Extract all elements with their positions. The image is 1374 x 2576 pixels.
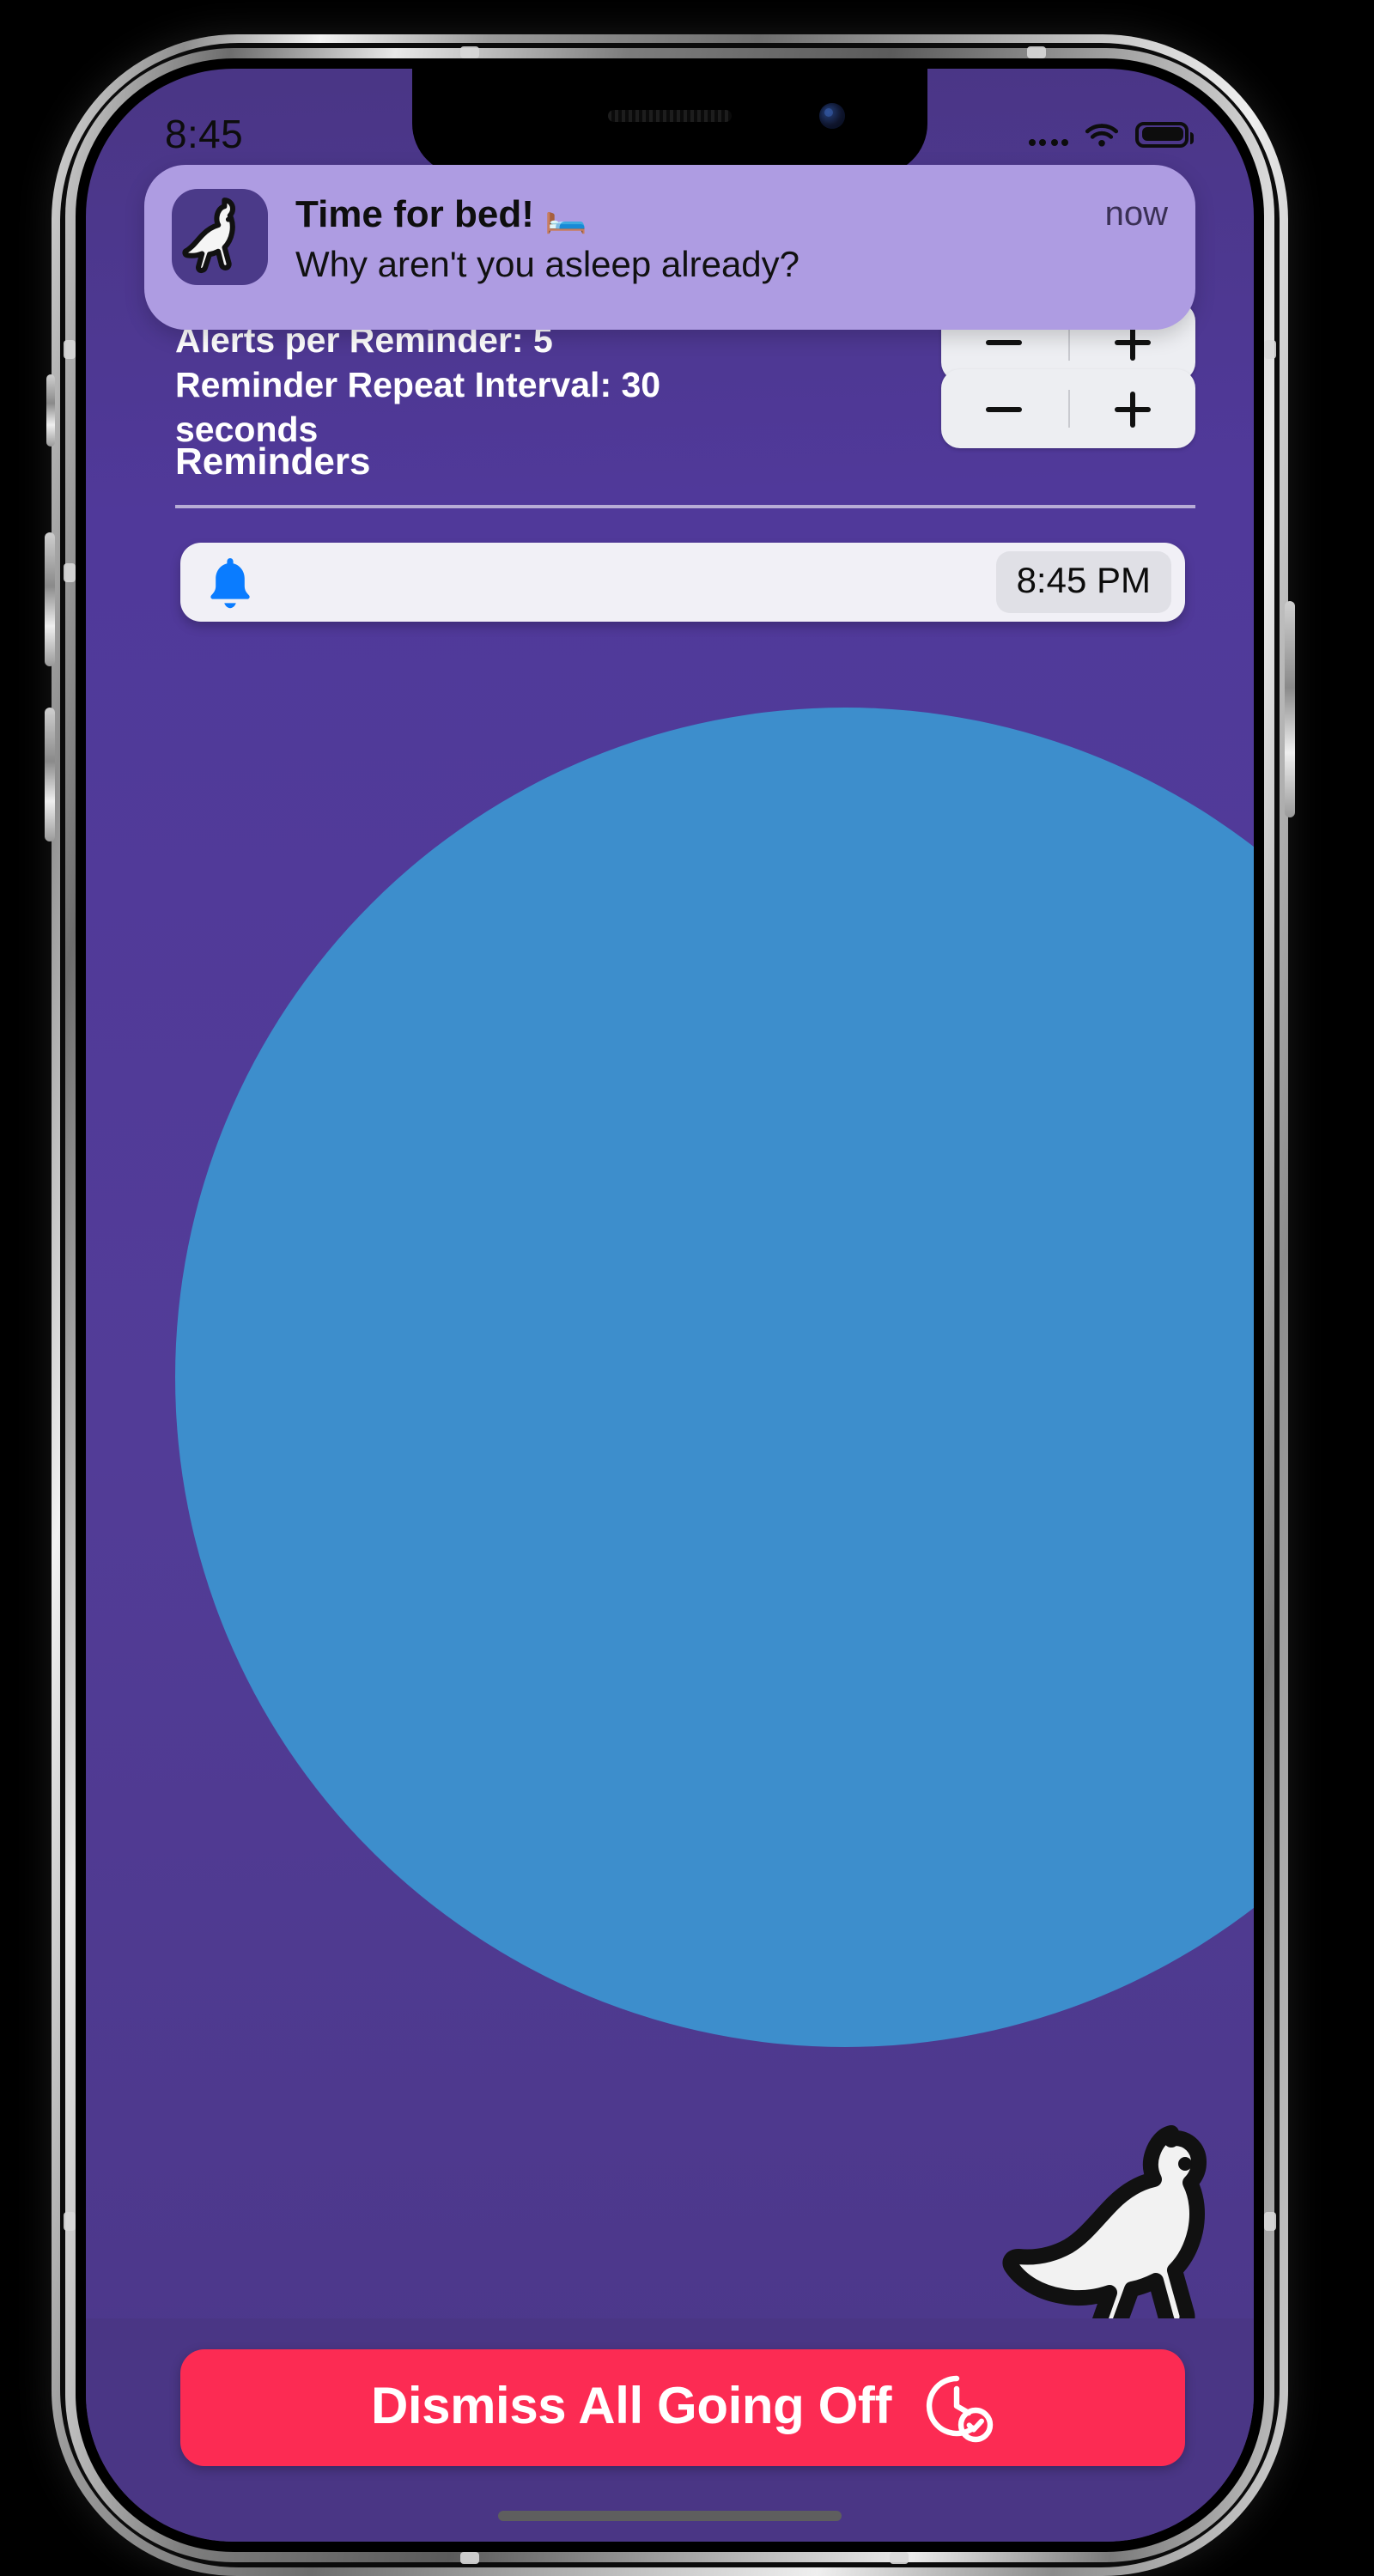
antenna-band [890,2552,909,2564]
bell-icon [204,555,256,610]
notification-banner[interactable]: Time for bed! 🛏️ Why aren't you asleep a… [144,165,1195,330]
device-frame: Sleeparoo Alerts per Reminder: 5 Reminde… [45,34,1295,2576]
antenna-band [64,340,76,359]
interval-increment-button[interactable] [1069,369,1195,448]
volume-up-button[interactable] [45,532,55,666]
decorative-blue-circle [175,708,1254,2047]
status-bar: 8:45 [86,69,1254,175]
notification-body: Why aren't you asleep already? [295,246,800,286]
notification-text: Time for bed! 🛏️ Why aren't you asleep a… [295,189,1088,289]
silent-switch[interactable] [46,374,55,447]
status-bar-time: 8:45 [165,111,244,155]
antenna-band [1027,46,1046,58]
antenna-band [64,2212,76,2231]
reminder-interval-stepper[interactable] [941,369,1195,449]
minus-icon [986,391,1023,427]
reminder-time-chip[interactable]: 8:45 PM [995,551,1171,613]
status-bar-indicators [1028,121,1194,147]
antenna-band [1264,340,1276,359]
home-indicator[interactable] [498,2511,842,2521]
battery-icon [1135,121,1194,147]
clock-check-icon [922,2372,994,2444]
antenna-band [64,563,76,582]
power-button[interactable] [1285,601,1295,817]
antenna-band [460,46,479,58]
dismiss-button-label: Dismiss All Going Off [370,2379,892,2435]
wifi-icon [1084,121,1120,147]
reminders-section-heading: Reminders [175,440,371,483]
notification-title: Time for bed! 🛏️ [295,192,1088,238]
sleeparoo-app: Sleeparoo Alerts per Reminder: 5 Reminde… [86,69,1254,2542]
bed-emoji: 🛏️ [544,197,587,235]
plus-icon [1114,391,1151,428]
notification-timestamp: now [1104,196,1168,234]
antenna-band [1264,2212,1276,2231]
kangaroo-app-icon [172,189,268,285]
cellular-dots-icon [1028,128,1068,147]
section-divider [175,505,1195,508]
bottom-action-bar: Dismiss All Going Off [86,2318,1254,2542]
reminder-list-item[interactable]: 8:45 PM [180,543,1185,622]
antenna-band [460,2552,479,2564]
phone-screen: Sleeparoo Alerts per Reminder: 5 Reminde… [86,69,1254,2542]
dismiss-all-going-off-button[interactable]: Dismiss All Going Off [180,2349,1185,2466]
interval-decrement-button[interactable] [941,369,1067,448]
kangaroo-icon [965,2112,1240,2346]
notification-title-text: Time for bed! [295,192,545,235]
volume-down-button[interactable] [45,708,55,841]
